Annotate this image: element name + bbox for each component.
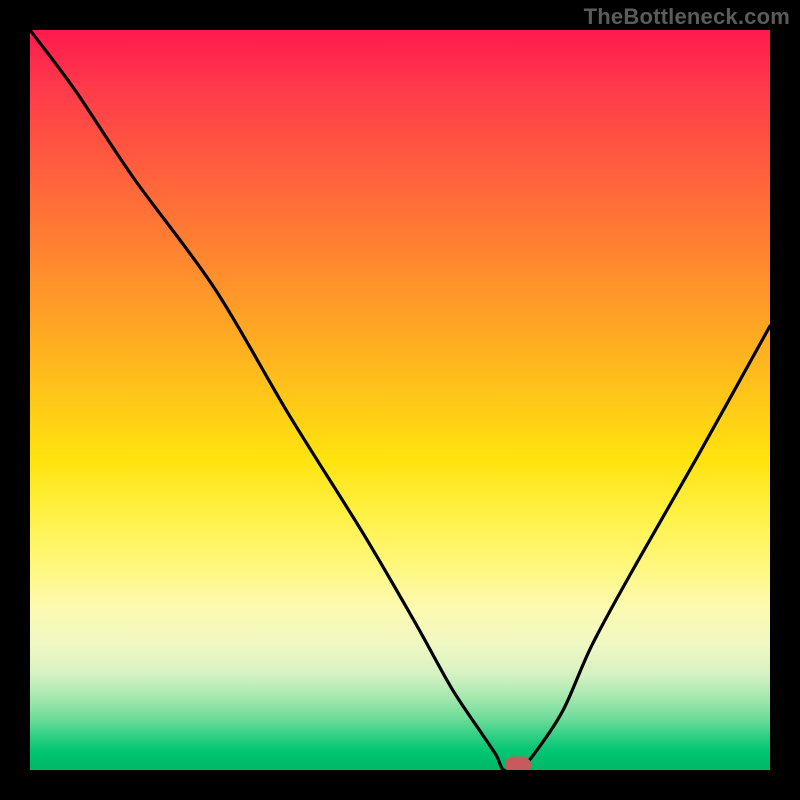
plot-area bbox=[30, 30, 770, 770]
chart-frame: TheBottleneck.com bbox=[0, 0, 800, 800]
watermark-text: TheBottleneck.com bbox=[584, 4, 790, 30]
optimum-marker bbox=[505, 756, 531, 770]
bottleneck-curve bbox=[30, 30, 770, 770]
